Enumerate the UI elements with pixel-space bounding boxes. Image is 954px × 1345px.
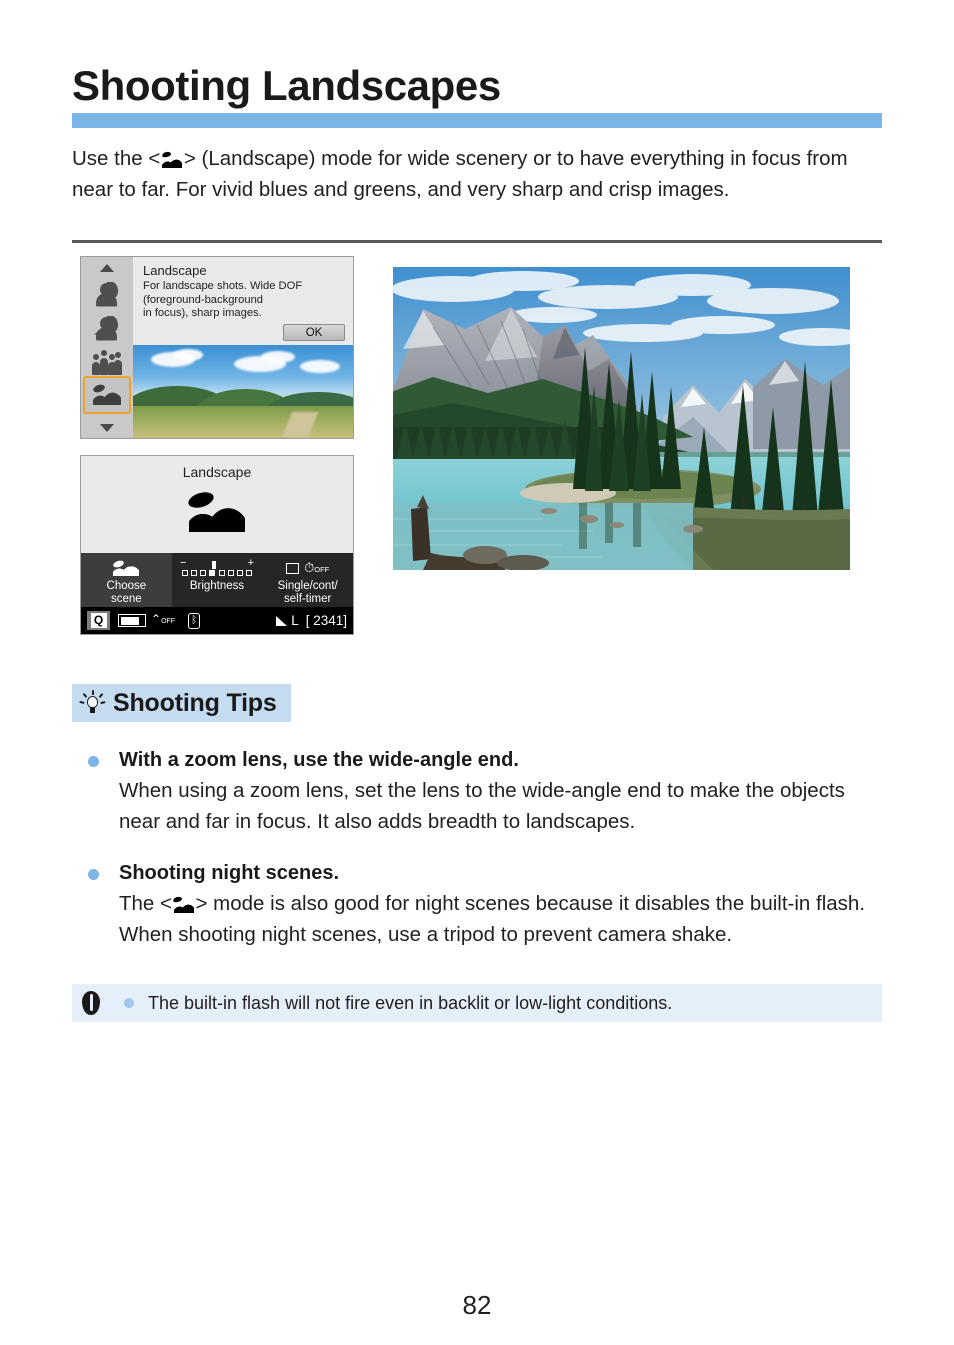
landscape-sample-photo-graphic [393,267,850,570]
tip-body: The < > mode is also good for night scene… [119,888,888,950]
mode-name-label: Landscape [182,464,252,480]
scene-dialog-title: Landscape [143,263,207,278]
triangle-up-icon[interactable] [81,259,133,276]
brightness-label-line1: Brightness [189,580,245,592]
landscape-scene-icon [81,558,172,578]
quick-control-header: Landscape [81,456,353,553]
bullet-icon [88,869,99,880]
page-number: 82 [462,1290,492,1320]
q-badge-label: Q [90,613,107,628]
title-accent-rule [72,113,882,128]
bullet-icon [124,998,134,1008]
shooting-tips-header: Shooting Tips [72,684,291,722]
brightness-plus-label: + [247,557,254,569]
intro-text-before-icon: Use the < [72,147,161,170]
bluetooth-icon: ᛒ [188,612,201,629]
bullet-icon [88,756,99,767]
manual-page: Shooting Landscapes Use the < > (Landscap… [0,0,954,1345]
tip-item: Shooting night scenes. The < > mode is al… [88,859,888,950]
wifi-state-label: OFF [161,618,176,625]
wifi-off-icon: ⌃OFF [151,612,176,626]
brightness-scale-icon: − + [172,558,263,578]
shots-remaining-label: [ 2341] [305,613,347,628]
tip-title: Shooting night scenes. [119,862,340,884]
intro-paragraph: Use the < > (Landscape) mode for wide sce… [72,143,884,205]
caution-icon [80,990,102,1016]
brightness-minus-label: − [180,557,187,569]
group-photo-scene-icon[interactable] [85,347,129,378]
landscape-mode-icon [161,151,183,168]
drive-mode-icon: ⏱OFF [262,558,353,578]
image-quality-icon [276,615,288,626]
ok-button[interactable]: OK [283,324,345,341]
scene-dialog-line1: For landscape shots. Wide DOF [143,280,303,292]
scene-dialog-line2: (foreground-background [143,293,264,306]
landscape-mode-icon [186,489,248,534]
shooting-tips-label: Shooting Tips [113,688,277,717]
triangle-down-icon[interactable] [81,419,133,436]
page-title: Shooting Landscapes [72,62,501,109]
drive-mode-label-line1: Single/cont/ [277,580,338,592]
brightness-button[interactable]: − + Brightness [172,553,263,608]
quick-control-bar: Choose scene − + Brightness ⏱OFF Single/… [81,553,353,608]
scene-dialog-line3: in focus), sharp images. [143,307,262,319]
caution-note-text: The built-in flash will not fire even in… [148,993,673,1013]
camera-quick-control-screen: Landscape Choose scene − + Brightness ⏱O… [80,455,354,635]
scene-mode-sidebar: ✦ [81,257,133,438]
caution-note: The built-in flash will not fire even in… [72,984,882,1022]
tip-body-after-icon: > mode is also good for night scenes bec… [119,892,866,946]
image-quality-label: L [291,613,299,628]
scene-description-dialog: Landscape For landscape shots. Wide DOF … [133,257,353,345]
camera-scene-menu-screen: ✦ Landscape For landscape shots. Wide DO… [80,256,354,439]
shooting-tips-list: With a zoom lens, use the wide-angle end… [88,746,888,972]
choose-scene-button[interactable]: Choose scene [81,553,172,608]
tip-body: When using a zoom lens, set the lens to … [119,779,845,833]
lightbulb-icon [79,690,106,716]
landscape-mode-icon [172,896,195,913]
battery-icon [118,614,146,627]
smooth-skin-scene-icon[interactable]: ✦ [85,313,129,344]
quick-control-badge[interactable]: Q [87,611,110,630]
landscape-scene-icon[interactable] [83,376,131,414]
landscape-sample-photo [393,267,850,570]
tip-body-before-icon: The < [119,892,172,915]
portrait-scene-icon[interactable] [85,279,129,310]
choose-scene-label-line1: Choose [106,580,147,592]
drive-mode-label-line2: self-timer [284,593,332,605]
tip-item: With a zoom lens, use the wide-angle end… [88,746,888,837]
tip-title: With a zoom lens, use the wide-angle end… [119,749,519,771]
choose-scene-label-line2: scene [110,593,142,605]
intro-text-after-icon: > (Landscape) mode for wide scenery or t… [72,147,848,201]
camera-status-bar: Q ⌃OFF ᛒ L [ 2341] [81,607,353,634]
drive-mode-button[interactable]: ⏱OFF Single/cont/ self-timer [262,553,353,608]
section-divider [72,240,882,243]
scene-preview-thumbnail [133,345,353,438]
